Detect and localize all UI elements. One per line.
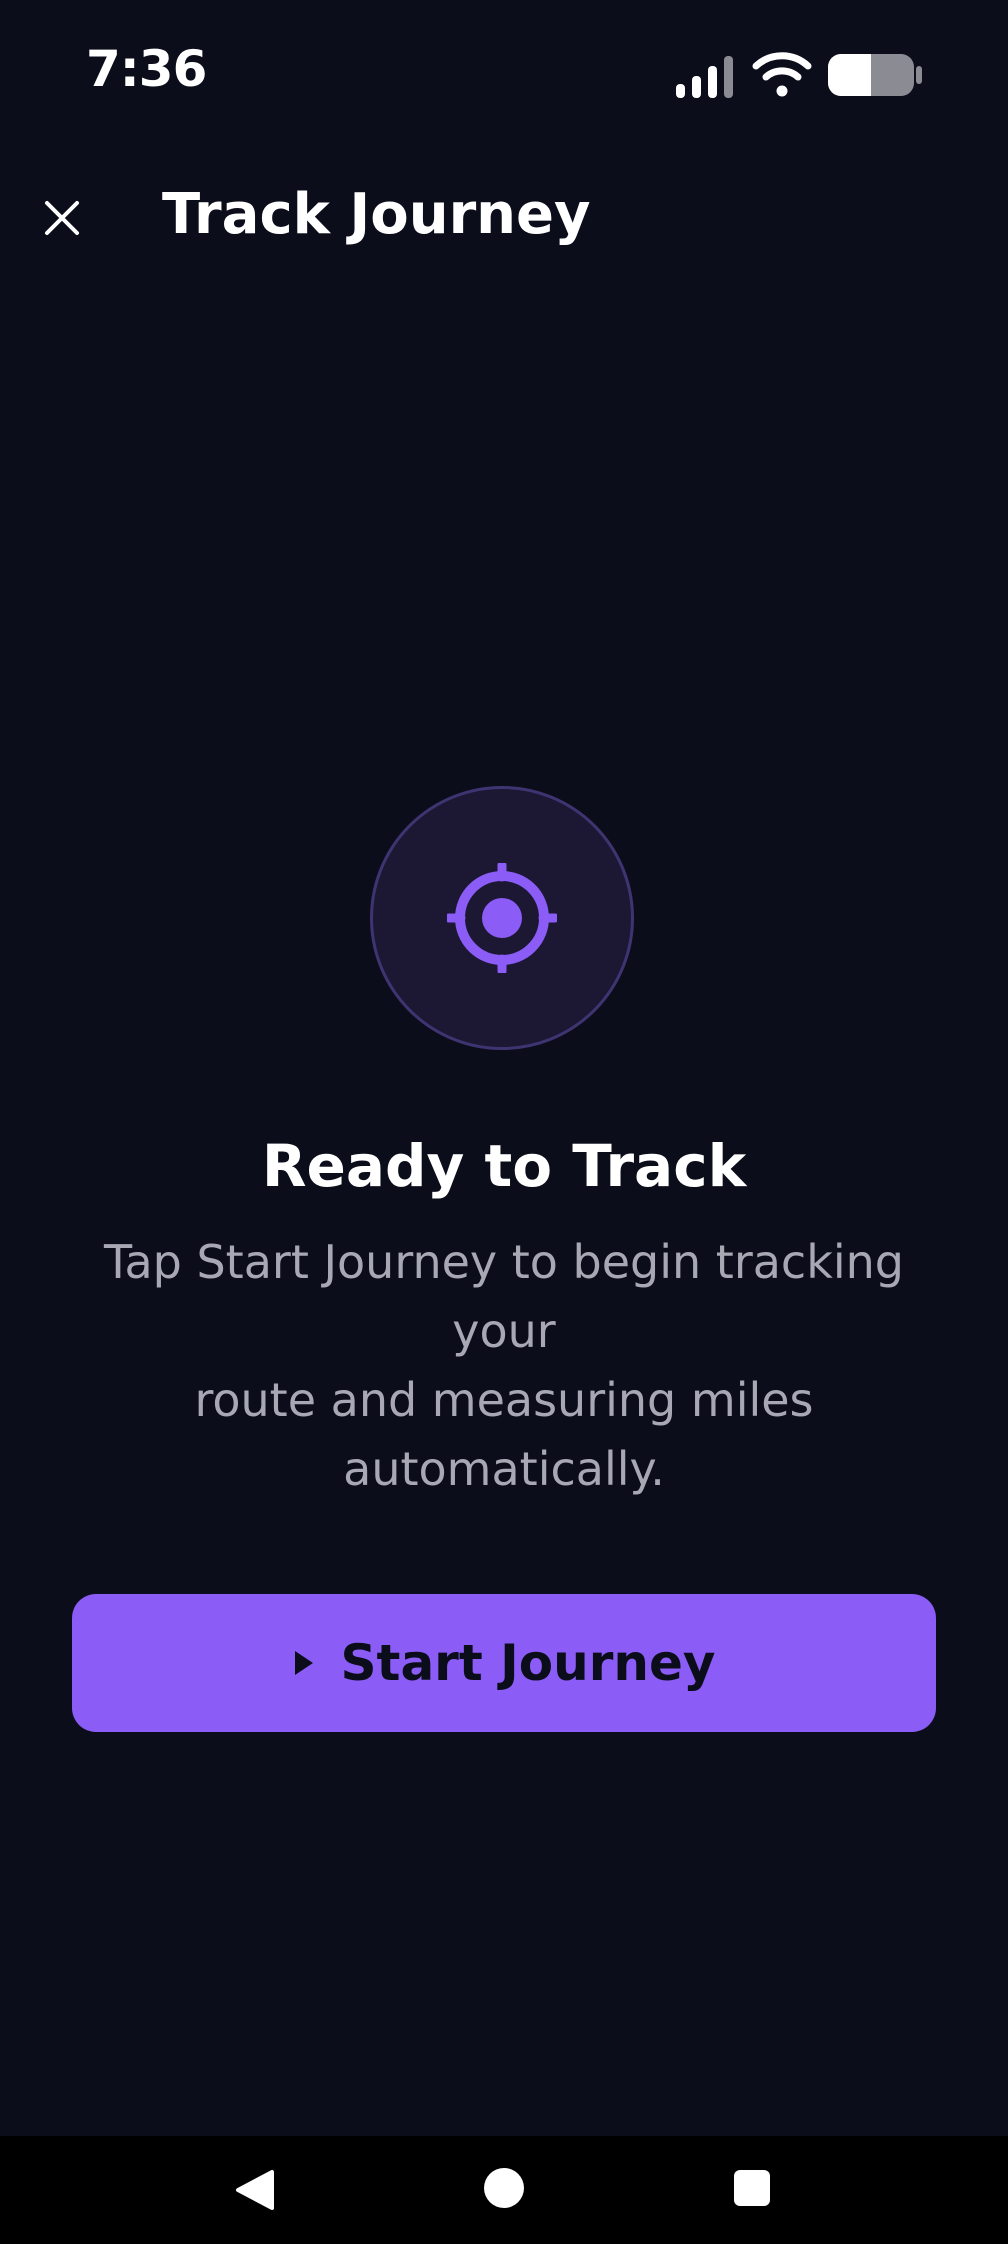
- battery-icon: [828, 54, 922, 96]
- description-line: Tap Start Journey to begin tracking: [103, 1235, 904, 1289]
- track-journey-screen: 7:36 Track Journey Ready to Track Tap St…: [0, 0, 1008, 2136]
- home-icon[interactable]: [484, 2168, 524, 2208]
- description-line: your: [452, 1304, 556, 1358]
- crosshair-icon: [447, 863, 557, 973]
- page-title: Track Journey: [162, 182, 591, 247]
- close-icon: [45, 201, 79, 235]
- recents-icon[interactable]: [734, 2170, 770, 2206]
- status-bar: 7:36: [0, 0, 1008, 150]
- signal-icon: [676, 56, 733, 98]
- play-icon: [294, 1651, 313, 1675]
- close-button[interactable]: [24, 180, 100, 256]
- empty-state-title: Ready to Track: [261, 1132, 747, 1200]
- status-time: 7:36: [86, 40, 207, 98]
- tracker-icon-circle: [370, 786, 634, 1050]
- app-bar: Track Journey: [0, 160, 1008, 270]
- system-nav-bar: [0, 2136, 1008, 2244]
- empty-state-description: Tap Start Journey to begin tracking your…: [70, 1228, 938, 1504]
- wifi-icon: [752, 52, 812, 97]
- description-line: route and measuring miles: [194, 1373, 814, 1427]
- start-journey-button[interactable]: Start Journey: [72, 1594, 936, 1732]
- back-icon[interactable]: [232, 2168, 276, 2212]
- description-line: automatically.: [343, 1442, 665, 1496]
- start-journey-label: Start Journey: [340, 1634, 716, 1692]
